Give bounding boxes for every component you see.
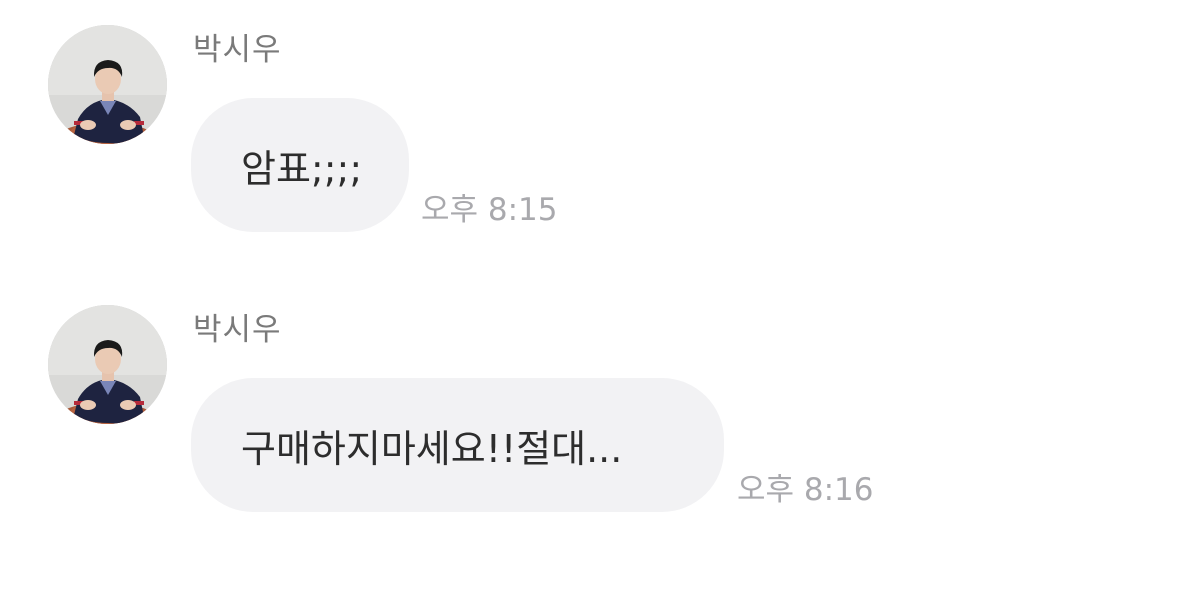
sender-name: 박시우 — [193, 32, 282, 68]
message-text: 구매하지마세요!!절대... — [241, 426, 623, 471]
message-timestamp: 오후 8:15 — [421, 192, 558, 228]
message-timestamp: 오후 8:16 — [737, 472, 874, 508]
sender-name: 박시우 — [193, 312, 282, 348]
avatar[interactable] — [48, 305, 167, 424]
message-text: 암표;;;; — [241, 146, 363, 191]
chat-message: 박시우 암표;;;; 오후 8:15 — [0, 22, 1200, 262]
chat-message: 박시우 구매하지마세요!!절대... 오후 8:16 — [0, 302, 1200, 542]
profile-photo-icon — [48, 305, 167, 424]
avatar[interactable] — [48, 25, 167, 144]
profile-photo-icon — [48, 25, 167, 144]
message-bubble[interactable]: 구매하지마세요!!절대... — [191, 378, 724, 512]
message-bubble[interactable]: 암표;;;; — [191, 98, 409, 232]
